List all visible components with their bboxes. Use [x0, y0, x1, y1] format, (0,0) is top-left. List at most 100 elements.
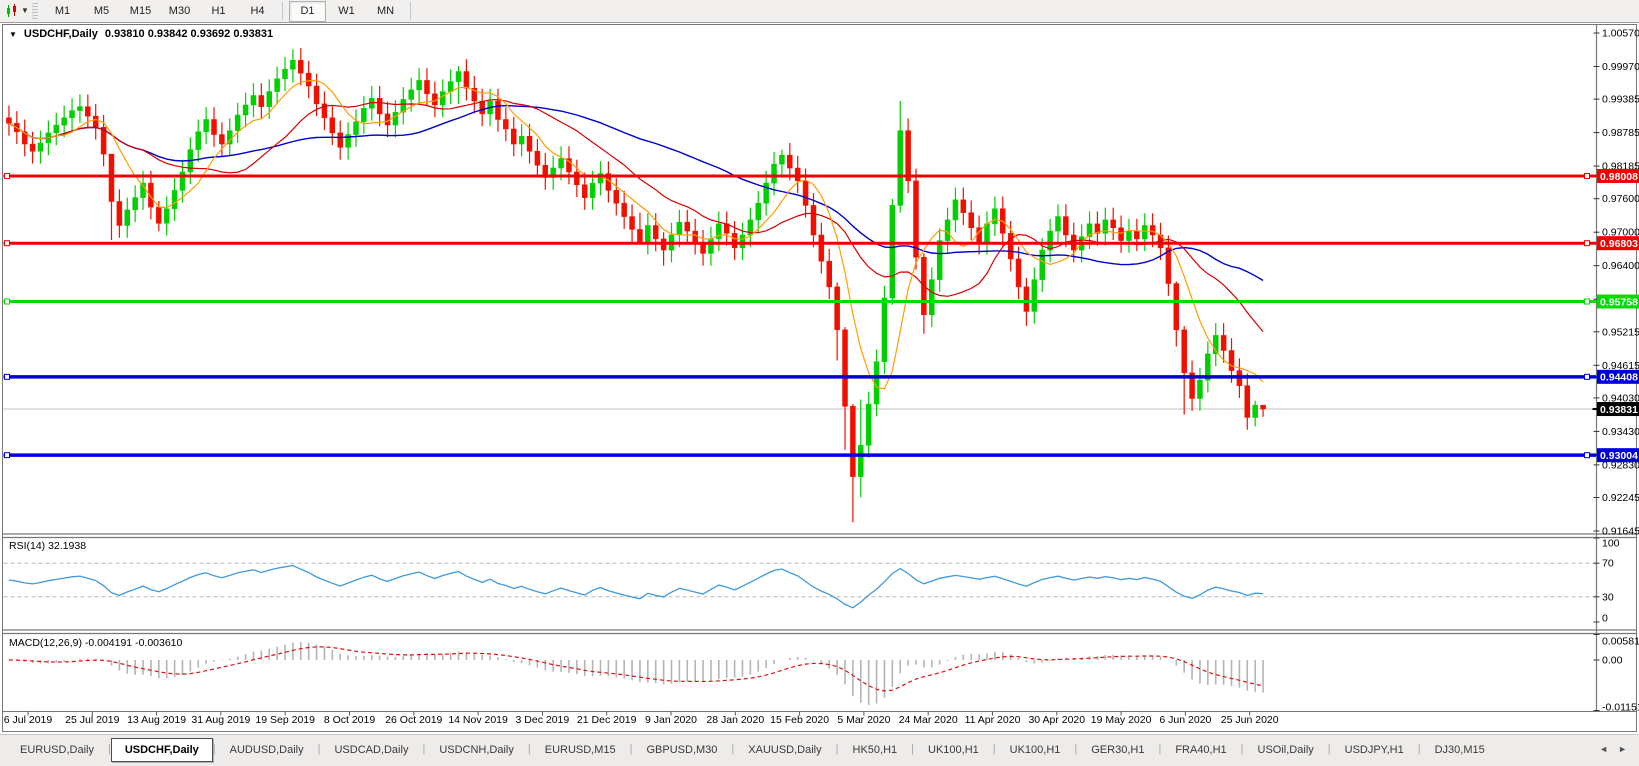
date-label: 15 Feb 2020 [770, 714, 829, 726]
timeframe-button-d1[interactable]: D1 [289, 0, 326, 22]
tab-ger30-h1[interactable]: GER30,H1 [1077, 738, 1158, 762]
toolbar-separator [410, 2, 411, 20]
price-tick-label: 1.00570 [1602, 28, 1639, 40]
price-tick-label: 0.95215 [1602, 326, 1639, 338]
svg-text:0.94408: 0.94408 [1600, 372, 1638, 384]
price-badge-0.98008: 0.98008 [1592, 168, 1639, 183]
hline-handle[interactable] [1584, 452, 1590, 459]
date-label: 30 Apr 2020 [1028, 714, 1085, 726]
tab-usoil-daily[interactable]: USOil,Daily [1244, 738, 1328, 762]
tab-dj30-m15[interactable]: DJ30,M15 [1421, 738, 1499, 762]
collapse-triangle-icon[interactable]: ▼ [9, 30, 17, 39]
hline-handle[interactable] [1584, 240, 1590, 247]
date-label: 19 May 2020 [1091, 714, 1152, 726]
rsi-tick-label: 30 [1602, 591, 1614, 603]
hline-handle[interactable] [4, 373, 10, 380]
chart-type-button[interactable]: ▼ [4, 2, 30, 20]
tab-usdcad-daily[interactable]: USDCAD,Daily [320, 738, 422, 762]
hline-handle[interactable] [4, 172, 10, 179]
date-label: 5 Mar 2020 [837, 714, 890, 726]
rsi-tick-label: 100 [1602, 538, 1620, 550]
toolbar-separator [282, 2, 283, 20]
macd-tick-label: 0.00 [1602, 655, 1623, 667]
rsi-tick-label: 0 [1602, 613, 1608, 625]
timeframe-button-m1[interactable]: M1 [44, 1, 81, 22]
date-label: 19 Sep 2019 [255, 714, 315, 726]
date-label: 26 Oct 2019 [385, 714, 442, 726]
hline-handle[interactable] [4, 298, 10, 305]
price-badge-0.96803: 0.96803 [1592, 236, 1639, 251]
dropdown-caret-icon: ▼ [21, 6, 29, 15]
tab-scroll-right-icon[interactable]: ► [1618, 744, 1627, 754]
svg-text:0.96803: 0.96803 [1600, 238, 1638, 250]
tab-usdjpy-h1[interactable]: USDJPY,H1 [1331, 738, 1418, 762]
date-label: 21 Dec 2019 [577, 714, 637, 726]
hline-handle[interactable] [1584, 172, 1590, 179]
price-tick-label: 0.99385 [1602, 94, 1639, 106]
svg-text:0.93004: 0.93004 [1600, 450, 1638, 462]
date-label: 24 Mar 2020 [899, 714, 958, 726]
chart-plot[interactable]: 1.005700.999700.993850.987850.981850.976… [0, 0, 1639, 734]
chart-tab-bar: EURUSD,Daily | USDCHF,Daily | AUDUSD,Daily | U… [0, 734, 1639, 766]
timeframe-button-h4[interactable]: H4 [239, 1, 276, 22]
hline-handle[interactable] [1584, 298, 1590, 305]
tab-xauusd-daily[interactable]: XAUUSD,Daily [734, 738, 835, 762]
timeframe-button-h1[interactable]: H1 [200, 1, 237, 22]
date-label: 9 Jan 2020 [645, 714, 697, 726]
hline-handle[interactable] [4, 452, 10, 459]
timeframe-button-m5[interactable]: M5 [83, 1, 120, 22]
tab-gbpusd-m30[interactable]: GBPUSD,M30 [633, 738, 732, 762]
toolbar: ▼ M1 M5 M15 M30 H1 H4 D1 W1 MN [0, 0, 1639, 23]
candlestick-chart-icon [7, 4, 17, 17]
macd-tick-label: 0.005818 [1602, 636, 1639, 648]
date-label: 3 Dec 2019 [516, 714, 570, 726]
timeframe-button-m30[interactable]: M30 [161, 1, 198, 22]
timeframe-buttons: M1 M5 M15 M30 H1 H4 D1 W1 MN [43, 0, 416, 22]
date-label: 13 Aug 2019 [127, 714, 186, 726]
tab-hk50-h1[interactable]: HK50,H1 [839, 738, 912, 762]
tab-usdcnh-daily[interactable]: USDCNH,Daily [425, 738, 528, 762]
svg-text:0.95758: 0.95758 [1600, 296, 1638, 308]
price-tick-label: 0.96400 [1602, 260, 1639, 272]
price-tick-label: 0.93430 [1602, 426, 1639, 438]
date-label: 31 Aug 2019 [191, 714, 250, 726]
toolbar-grip-handle[interactable] [32, 3, 38, 19]
price-tick-label: 0.97600 [1602, 193, 1639, 205]
rsi-indicator-label: RSI(14) 32.1938 [9, 540, 87, 552]
date-label: 6 Jun 2020 [1159, 714, 1211, 726]
price-tick-label: 0.99970 [1602, 61, 1639, 73]
svg-text:0.93831: 0.93831 [1600, 404, 1638, 416]
date-label: 25 Jun 2020 [1221, 714, 1279, 726]
tab-scroll-left-icon[interactable]: ◄ [1599, 744, 1608, 754]
timeframe-button-mn[interactable]: MN [367, 1, 404, 22]
price-tick-label: 0.98785 [1602, 127, 1639, 139]
price-badge-0.94408: 0.94408 [1592, 369, 1639, 384]
date-label: 25 Jul 2019 [65, 714, 119, 726]
tab-audusd-daily[interactable]: AUDUSD,Daily [216, 738, 318, 762]
date-label: 14 Nov 2019 [448, 714, 508, 726]
macd-indicator-label: MACD(12,26,9) -0.004191 -0.003610 [9, 637, 183, 649]
macd-tick-label: -0.011514 [1602, 702, 1639, 714]
timeframe-button-m15[interactable]: M15 [122, 1, 159, 22]
tab-usdchf-daily[interactable]: USDCHF,Daily [110, 738, 213, 762]
price-badge-0.93831: 0.93831 [1592, 402, 1639, 417]
svg-text:0.98008: 0.98008 [1600, 171, 1638, 183]
chart-symbol-period: USDCHF,Daily [23, 28, 98, 40]
hline-handle[interactable] [4, 240, 10, 247]
hline-handle[interactable] [1584, 373, 1590, 380]
rsi-tick-label: 70 [1602, 558, 1614, 570]
timeframe-button-w1[interactable]: W1 [328, 1, 365, 22]
price-tick-label: 0.91645 [1602, 526, 1639, 538]
tab-scroll-arrows: ◄ ► [1599, 738, 1635, 760]
tab-uk100-h1[interactable]: UK100,H1 [914, 738, 993, 762]
price-tick-label: 0.92245 [1602, 492, 1639, 504]
tab-eurusd-daily[interactable]: EURUSD,Daily [6, 738, 108, 762]
chart-title: ▼ USDCHF,Daily 0.93810 0.93842 0.93692 0… [9, 28, 273, 40]
price-badge-0.93004: 0.93004 [1592, 448, 1639, 463]
tab-fra40-h1[interactable]: FRA40,H1 [1161, 738, 1240, 762]
date-label: 11 Apr 2020 [965, 714, 1021, 726]
tab-eurusd-m15[interactable]: EURUSD,M15 [531, 738, 630, 762]
date-label: 28 Jan 2020 [706, 714, 764, 726]
date-label: 8 Oct 2019 [324, 714, 376, 726]
tab-uk100-h1[interactable]: UK100,H1 [996, 738, 1075, 762]
